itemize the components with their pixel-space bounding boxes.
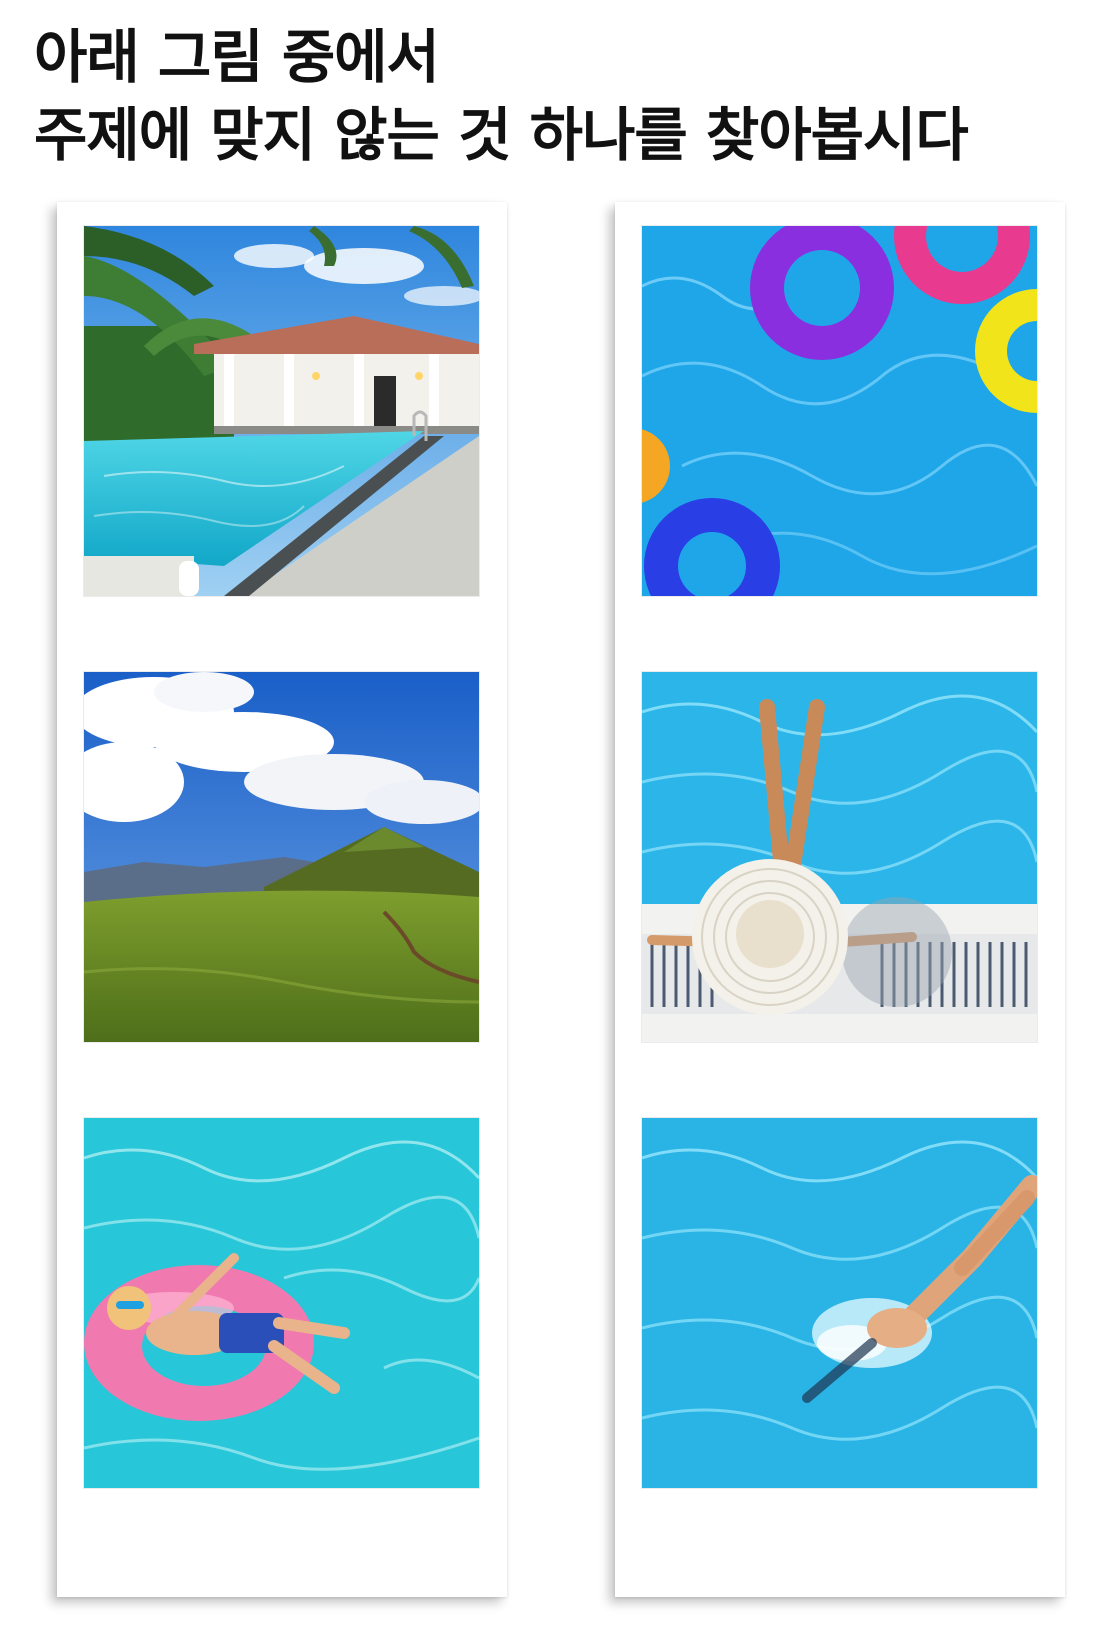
title-line-1: 아래 그림 중에서 xyxy=(34,23,440,91)
page-title: 아래 그림 중에서 주제에 맞지 않는 것 하나를 찾아봅시다 xyxy=(34,18,969,174)
photo-diver[interactable] xyxy=(642,1118,1037,1488)
woman-sunhat-image xyxy=(642,672,1037,1042)
photo-strip-right xyxy=(615,202,1065,1597)
villa-pool-image xyxy=(84,226,479,596)
title-line-2: 주제에 맞지 않는 것 하나를 찾아봅시다 xyxy=(34,101,969,169)
diver-image xyxy=(642,1118,1037,1488)
photo-boy-pink-float[interactable] xyxy=(84,1118,479,1488)
pool-floats-image xyxy=(642,226,1037,596)
boy-pink-float-image xyxy=(84,1118,479,1488)
photo-strip-left xyxy=(57,202,507,1597)
green-hills-image xyxy=(84,672,479,1042)
photo-woman-sunhat[interactable] xyxy=(642,672,1037,1042)
photo-green-hills[interactable] xyxy=(84,672,479,1042)
photo-villa-pool[interactable] xyxy=(84,226,479,596)
photo-pool-floats[interactable] xyxy=(642,226,1037,596)
